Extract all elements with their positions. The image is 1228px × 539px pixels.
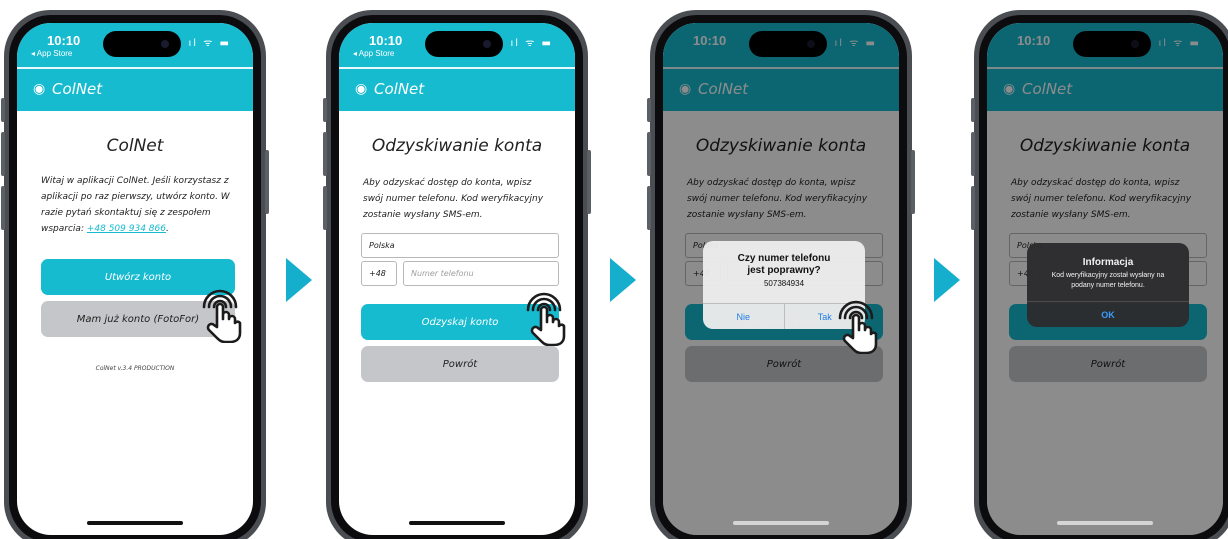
info-dialog: Informacja Kod weryfikacyjny został wysł… — [1027, 243, 1189, 327]
signal-wifi-battery-icon: ıl ᯤ ▬ — [510, 38, 553, 49]
welcome-text: Witaj w aplikacji ColNet. Jeśli korzysta… — [41, 176, 230, 234]
dialog-phone-number: 507384934 — [763, 279, 805, 288]
home-indicator — [87, 521, 183, 525]
app-brand: ColNet — [52, 80, 103, 98]
home-indicator — [733, 521, 829, 525]
status-bar: 10:10 ◂ App Store ıl ᯤ ▬ — [339, 23, 575, 67]
page-title: Odzyskiwanie konta — [371, 136, 543, 156]
support-phone-link[interactable]: +48 509 934 866 — [87, 224, 166, 234]
info-dialog-title: Informacja — [1082, 257, 1134, 268]
back-to-app-store-link[interactable]: ◂ App Store — [31, 49, 72, 58]
dialog-title-line2: jest poprawny? — [747, 265, 821, 276]
phone-frame-welcome: 10:10 ◂ App Store ıl ᯤ ▬ ◉ ColNet ColNet… — [1, 10, 269, 539]
home-indicator — [409, 521, 505, 525]
recovery-screen-info: 10:10 ıl ᯤ ▬ ◉ ColNet Odzyskiwanie konta… — [987, 23, 1223, 535]
home-indicator — [1057, 521, 1153, 525]
phone-frame-confirm: 10:10 ıl ᯤ ▬ ◉ ColNet Odzyskiwanie konta… — [647, 10, 915, 539]
back-button[interactable]: Powrót — [361, 346, 559, 382]
status-time: 10:10 — [369, 33, 403, 48]
info-dialog-message-line2: podany numer telefonu. — [1071, 282, 1145, 289]
status-time: 10:10 — [47, 33, 81, 48]
app-brand: ColNet — [374, 80, 425, 98]
dialog-title-line1: Czy numer telefonu — [737, 253, 831, 264]
welcome-screen: 10:10 ◂ App Store ıl ᯤ ▬ ◉ ColNet ColNet… — [17, 23, 253, 535]
info-dialog-message-line1: Kod weryfikacyjny został wysłany na — [1051, 272, 1165, 279]
country-prefix[interactable]: +48 — [361, 261, 397, 286]
dialog-no-button[interactable]: Nie — [703, 304, 784, 329]
back-to-app-store-link[interactable]: ◂ App Store — [353, 49, 394, 58]
colnet-logo-icon: ◉ — [355, 81, 368, 97]
step-arrow-icon — [286, 258, 312, 302]
info-dialog-ok-button[interactable]: OK — [1027, 302, 1189, 327]
version-label: ColNet v.3.4 PRODUCTION — [95, 365, 175, 372]
country-select[interactable]: Polska — [361, 233, 559, 258]
tap-gesture-icon — [838, 300, 878, 354]
signal-wifi-battery-icon: ıl ᯤ ▬ — [188, 38, 231, 49]
status-bar: 10:10 ◂ App Store ıl ᯤ ▬ — [17, 23, 253, 67]
app-header: ◉ ColNet — [339, 69, 575, 111]
step-arrow-icon — [934, 258, 960, 302]
page-title: ColNet — [106, 136, 164, 156]
phone-frame-info: 10:10 ıl ᯤ ▬ ◉ ColNet Odzyskiwanie konta… — [971, 10, 1228, 539]
colnet-logo-icon: ◉ — [33, 81, 46, 97]
recovery-screen: 10:10 ◂ App Store ıl ᯤ ▬ ◉ ColNet Odzysk… — [339, 23, 575, 535]
phone-frame-recovery: 10:10 ◂ App Store ıl ᯤ ▬ ◉ ColNet Odzysk… — [323, 10, 591, 539]
step-arrow-icon — [610, 258, 636, 302]
tap-gesture-icon — [202, 289, 242, 343]
dynamic-island — [103, 31, 181, 57]
recovery-description: Aby odzyskać dostęp do konta, wpisz swój… — [363, 178, 544, 220]
recovery-screen-confirm: 10:10 ıl ᯤ ▬ ◉ ColNet Odzyskiwanie konta… — [663, 23, 899, 535]
app-header: ◉ ColNet — [17, 69, 253, 111]
dynamic-island — [425, 31, 503, 57]
phone-input[interactable]: Numer telefonu — [403, 261, 559, 286]
tap-gesture-icon — [526, 292, 566, 346]
